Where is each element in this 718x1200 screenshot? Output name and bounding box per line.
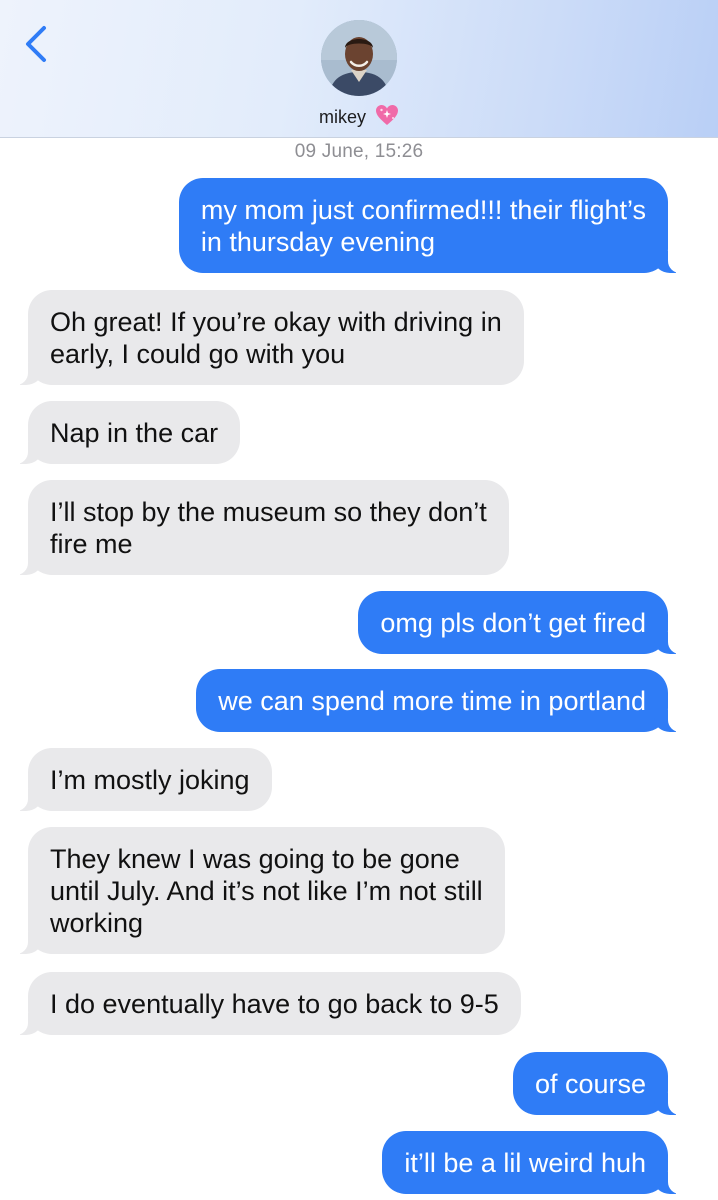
chevron-left-icon (26, 26, 46, 62)
avatar-photo (321, 20, 397, 96)
message-text-line: of course (534, 1069, 646, 1099)
conversation-timestamp: 09 June, 15:26 (294, 141, 424, 162)
message-text-line: I’ll stop by the museum so they don’t (50, 497, 487, 527)
message-text-line: we can spend more time in portland (218, 686, 646, 716)
message-text-line: I do eventually have to go back to 9-5 (50, 989, 499, 1019)
contact-name: mikey (318, 107, 366, 127)
message-bubble-incoming[interactable]: I do eventually have to go back to 9-5 (2, 972, 521, 1035)
message-bubble-outgoing[interactable]: omg pls don’t get fired (358, 591, 694, 654)
conversation-header: mikey (0, 0, 718, 138)
avatar[interactable] (321, 20, 397, 96)
message-text-line: Nap in the car (50, 418, 219, 448)
message-text-line: in thursday evening (200, 227, 436, 257)
sparkling-heart-icon (375, 104, 399, 131)
message-text-line: until July. And it’s not like I’m not st… (50, 876, 483, 906)
message-bubble-outgoing[interactable]: of course (512, 1052, 695, 1115)
message-bubble-outgoing[interactable]: my mom just confirmed!!! their flight’s … (178, 178, 695, 273)
message-text-line: my mom just confirmed!!! their flight’s (200, 195, 646, 225)
message-text-line: I’m mostly joking (50, 765, 250, 795)
message-text-line: fire me (50, 529, 133, 559)
message-bubble-incoming[interactable]: They knew I was going to be gone until J… (2, 827, 505, 954)
contact-name-row[interactable]: mikey (0, 104, 718, 131)
message-text-line: Oh great! If you’re okay with driving in (50, 307, 502, 337)
message-text-line: omg pls don’t get fired (380, 608, 646, 638)
message-bubble-incoming[interactable]: Nap in the car (1, 401, 241, 464)
message-bubble-incoming[interactable]: I’ll stop by the museum so they don’t fi… (2, 480, 509, 575)
message-bubble-incoming[interactable]: I’m mostly joking (2, 748, 272, 811)
back-button[interactable] (18, 22, 58, 66)
message-bubble-outgoing[interactable]: it’ll be a lil weird huh (382, 1131, 694, 1194)
message-bubble-outgoing[interactable]: we can spend more time in portland (196, 669, 694, 732)
message-text-line: early, I could go with you (50, 339, 346, 369)
message-text-line: working (50, 908, 144, 938)
message-text-line: it’ll be a lil weird huh (404, 1148, 646, 1178)
message-bubble-incoming[interactable]: Oh great! If you’re okay with driving in… (2, 290, 524, 385)
message-text-line: They knew I was going to be gone (50, 844, 460, 874)
